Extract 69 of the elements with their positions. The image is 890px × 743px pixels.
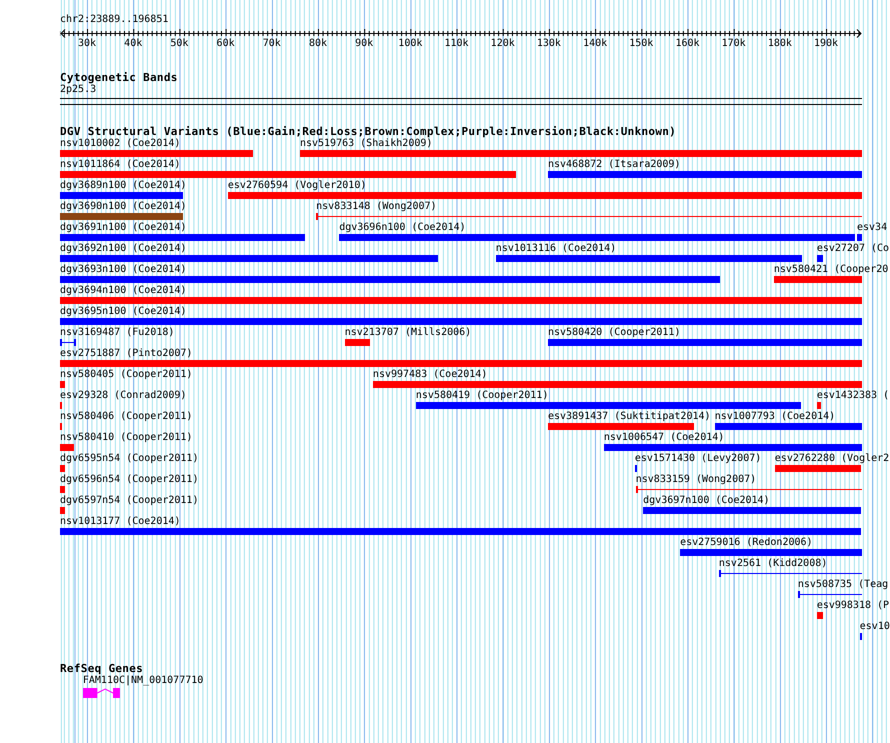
variant-label: nsv1010002 (Coe2014) xyxy=(60,138,180,150)
tick-label: 130k xyxy=(536,38,561,50)
variant-label: esv3891437 (Suktitipat2014) xyxy=(548,411,711,423)
variant-label: dgv6597n54 (Cooper2011) xyxy=(60,495,198,507)
variant-label: dgv3697n100 (Coe2014) xyxy=(643,495,770,507)
location-label: chr2:23889..196851 xyxy=(60,14,168,26)
variant-label: esv998318 (P xyxy=(816,600,890,612)
variant-label: nsv508735 (Teag xyxy=(798,579,888,591)
variant-label: nsv3169487 (Fu2018) xyxy=(60,327,174,339)
variant-label: nsv2561 (Kidd2008) xyxy=(718,558,828,570)
variant-label: dgv3693n100 (Coe2014) xyxy=(60,264,186,276)
variant-label: dgv3695n100 (Coe2014) xyxy=(60,306,186,318)
track-title: DGV Structural Variants (Blue:Gain;Red:Loss;Brown:Complex;Purple:Inversion;Black:Unknown) xyxy=(60,125,676,138)
variant-label: nsv833159 (Wong2007) xyxy=(636,474,756,486)
tick-label: 70k xyxy=(262,38,281,50)
band-label: 2p25.3 xyxy=(60,84,96,96)
variant-label: nsv1007793 (Coe2014) xyxy=(714,411,836,423)
tick-label: 160k xyxy=(675,38,700,50)
tick-label: 150k xyxy=(629,38,654,50)
variant-label: nsv468872 (Itsara2009) xyxy=(548,159,680,171)
tick-label: 170k xyxy=(722,38,746,50)
variant-label: nsv1006547 (Coe2014) xyxy=(604,432,724,444)
variant-label: esv29328 (Conrad2009) xyxy=(60,390,186,402)
gene-label: FAM110C|NM_001077710 xyxy=(82,675,204,687)
variant-label: nsv580421 (Cooper20 xyxy=(774,264,888,276)
gene-drawing xyxy=(82,688,120,698)
variant-label: dgv6595n54 (Cooper2011) xyxy=(60,453,198,465)
tick-label: 30k xyxy=(78,38,96,50)
variant-label: nsv580406 (Cooper2011) xyxy=(60,411,192,423)
tick-label: 40k xyxy=(124,38,142,50)
variant-label: esv27207 (Co xyxy=(816,243,890,255)
track-title: Cytogenetic Bands xyxy=(60,71,178,84)
variant-label: nsv997483 (Coe2014) xyxy=(372,369,488,381)
variant-label: dgv3690n100 (Coe2014) xyxy=(60,201,186,213)
tick-label: 140k xyxy=(583,38,608,50)
variant-label: nsv1013116 (Coe2014) xyxy=(496,243,616,255)
variant-label: esv2759016 (Redon2006) xyxy=(680,537,813,549)
tick-label: 190k xyxy=(814,38,838,50)
variant-label: nsv833148 (Wong2007) xyxy=(316,201,437,213)
tick-label: 80k xyxy=(308,38,327,50)
variant-label: nsv580405 (Cooper2011) xyxy=(60,369,192,381)
variant-label: esv34 xyxy=(857,222,888,234)
variant-label: nsv1011864 (Coe2014) xyxy=(60,159,180,171)
variant-label: nsv580419 (Cooper2011) xyxy=(416,390,548,402)
tick-label: 120k xyxy=(490,38,515,50)
variant-label: esv2762280 (Vogler2 xyxy=(774,453,890,465)
tick-label: 110k xyxy=(444,38,469,50)
tick-label: 50k xyxy=(170,38,188,50)
track-title: RefSeq Genes xyxy=(60,662,144,675)
variant-label: esv10 xyxy=(860,621,890,633)
variant-label: nsv519763 (Shaikh2009) xyxy=(300,138,432,150)
variant-label: esv2760594 (Vogler2010) xyxy=(228,180,366,192)
variant-label: dgv3689n100 (Coe2014) xyxy=(60,180,186,192)
variant-label: dgv3696n100 (Coe2014) xyxy=(339,222,466,234)
variant-label: esv1432383 ( xyxy=(816,390,890,402)
variant-label: dgv3694n100 (Coe2014) xyxy=(60,285,186,297)
variant-label: dgv6596n54 (Cooper2011) xyxy=(60,474,198,486)
variant-label: nsv580420 (Cooper2011) xyxy=(548,327,680,339)
variant-label: esv1571430 (Levy2007) xyxy=(634,453,762,465)
variant-label: nsv213707 (Mills2006) xyxy=(344,327,472,339)
variant-label: nsv1013177 (Coe2014) xyxy=(60,516,180,528)
tick-label: 90k xyxy=(355,38,374,50)
variant-label: dgv3691n100 (Coe2014) xyxy=(60,222,186,234)
tick-label: 60k xyxy=(216,38,235,50)
tick-label: 180k xyxy=(768,38,792,50)
tick-label: 100k xyxy=(398,38,422,50)
variant-label: nsv580410 (Cooper2011) xyxy=(60,432,192,444)
variant-label: dgv3692n100 (Coe2014) xyxy=(60,243,186,255)
variant-label: esv2751887 (Pinto2007) xyxy=(60,348,192,360)
